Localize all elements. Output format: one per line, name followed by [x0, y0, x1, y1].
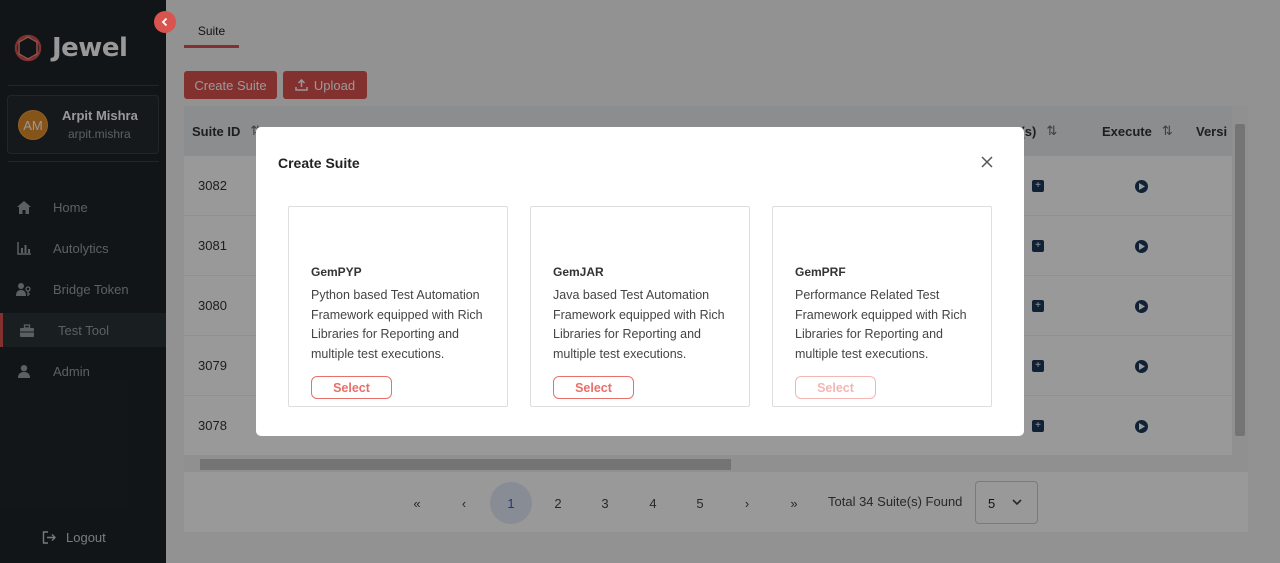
create-suite-modal: Create Suite GemPYP Python based Test Au… [256, 127, 1024, 436]
select-button[interactable]: Select [553, 376, 634, 399]
chevron-left-icon [161, 17, 168, 27]
select-button[interactable]: Select [311, 376, 392, 399]
modal-title: Create Suite [278, 155, 360, 171]
select-button: Select [795, 376, 876, 399]
framework-description: Java based Test Automation Framework equ… [553, 288, 725, 362]
framework-card-gemjar: GemJAR Java based Test Automation Framew… [530, 206, 750, 407]
framework-card-gemprf: GemPRF Performance Related Test Framewor… [772, 206, 992, 407]
framework-name: GemJAR [553, 265, 604, 279]
close-icon[interactable] [980, 155, 994, 169]
framework-name: GemPYP [311, 265, 362, 279]
framework-description: Python based Test Automation Framework e… [311, 288, 483, 362]
collapse-sidebar-button[interactable] [154, 11, 176, 33]
framework-card-gempyp: GemPYP Python based Test Automation Fram… [288, 206, 508, 407]
framework-name: GemPRF [795, 265, 846, 279]
framework-description: Performance Related Test Framework equip… [795, 288, 967, 362]
